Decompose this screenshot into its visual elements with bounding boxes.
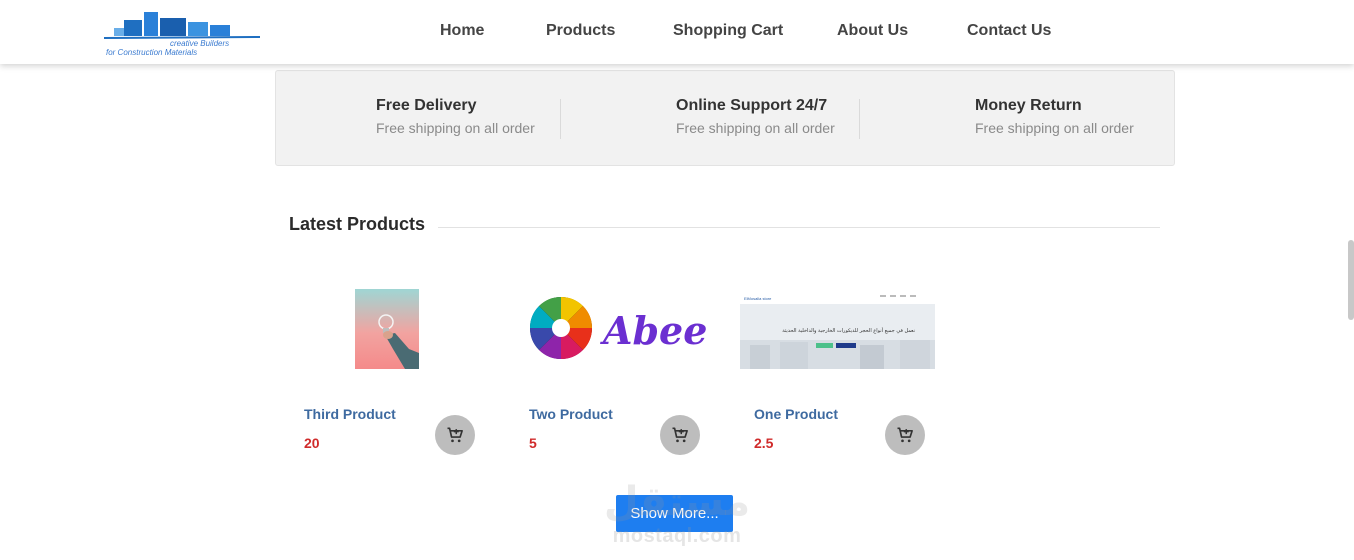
website-screenshot-icon: ElMosalla store نعمل في جميع أنواع الحجر…: [740, 290, 935, 369]
nav-about-us[interactable]: About Us: [837, 22, 908, 40]
product-name[interactable]: One Product: [754, 406, 838, 422]
feature-subtitle: Free shipping on all order: [975, 120, 1134, 136]
abeer-logo-icon: Abeer: [529, 296, 730, 360]
product-name[interactable]: Two Product: [529, 406, 613, 422]
product-image[interactable]: Abeer: [529, 294, 730, 364]
svg-text:ElMosalla store: ElMosalla store: [744, 296, 772, 301]
section-divider: [438, 227, 1160, 228]
lightbulb-photo-icon: [355, 289, 419, 369]
product-card: Abeer Two Product 5: [529, 280, 749, 470]
nav-shopping-cart[interactable]: Shopping Cart: [673, 22, 783, 40]
show-more-button[interactable]: Show More...: [616, 495, 733, 532]
add-to-cart-icon: [897, 427, 913, 443]
feature-title: Online Support 24/7: [676, 97, 828, 114]
nav-contact-us[interactable]: Contact Us: [967, 22, 1051, 40]
product-image[interactable]: [355, 289, 419, 369]
feature-subtitle: Free shipping on all order: [376, 120, 535, 136]
svg-text:creative Builders: creative Builders: [170, 39, 229, 48]
product-price: 20: [304, 435, 320, 451]
product-card: ElMosalla store نعمل في جميع أنواع الحجر…: [740, 280, 974, 470]
feature-divider: [560, 99, 561, 139]
product-card: Third Product 20: [304, 280, 524, 470]
svg-text:Abeer: Abeer: [600, 308, 709, 353]
building-logo-icon: creative Builders for Construction Mater…: [104, 12, 260, 57]
add-to-cart-icon: [672, 427, 688, 443]
svg-text:for Construction Materials: for Construction Materials: [106, 48, 197, 56]
feature-online-support: Online Support 24/7 Free shipping on all…: [676, 97, 835, 136]
feature-subtitle: Free shipping on all order: [676, 120, 835, 136]
company-logo[interactable]: creative Builders for Construction Mater…: [100, 10, 262, 57]
add-to-cart-icon: [447, 427, 463, 443]
add-to-cart-button[interactable]: [660, 415, 700, 455]
latest-products-heading: Latest Products: [289, 214, 426, 234]
feature-divider: [859, 99, 860, 139]
product-price: 5: [529, 435, 537, 451]
nav-products[interactable]: Products: [546, 22, 615, 40]
page-scrollbar[interactable]: [1348, 240, 1354, 320]
features-bar: Free Delivery Free shipping on all order…: [275, 70, 1175, 166]
add-to-cart-button[interactable]: [885, 415, 925, 455]
feature-title: Money Return: [975, 97, 1082, 114]
top-navbar: creative Builders for Construction Mater…: [0, 0, 1354, 64]
feature-free-delivery: Free Delivery Free shipping on all order: [376, 97, 535, 136]
svg-text:نعمل في جميع أنواع الحجر للديك: نعمل في جميع أنواع الحجر للديكورات الخار…: [782, 327, 915, 334]
add-to-cart-button[interactable]: [435, 415, 475, 455]
product-price: 2.5: [754, 435, 774, 451]
feature-title: Free Delivery: [376, 97, 477, 114]
feature-money-return: Money Return Free shipping on all order: [975, 97, 1134, 136]
product-image[interactable]: ElMosalla store نعمل في جميع أنواع الحجر…: [740, 290, 935, 369]
product-name[interactable]: Third Product: [304, 406, 396, 422]
nav-home[interactable]: Home: [440, 22, 484, 40]
